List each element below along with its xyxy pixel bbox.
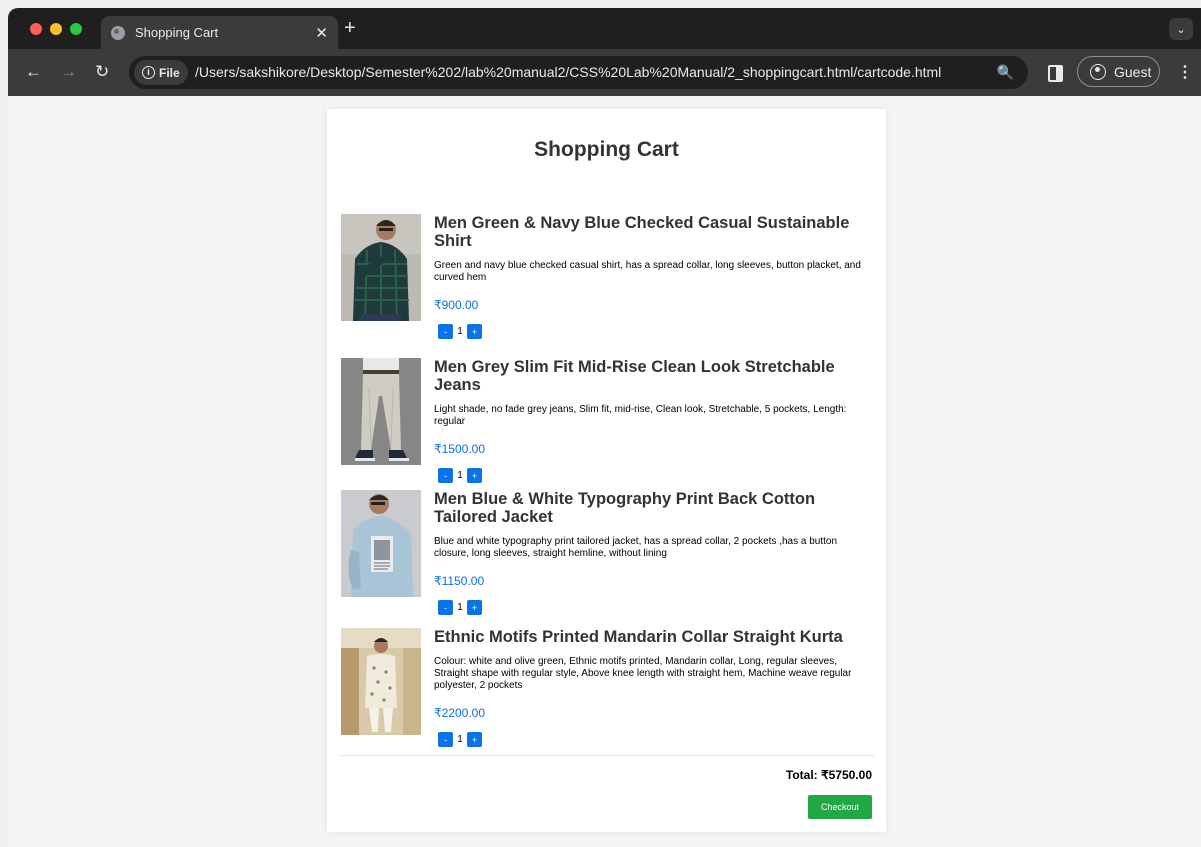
quantity-stepper: - 1 + bbox=[438, 732, 874, 747]
back-button[interactable]: ← bbox=[25, 62, 42, 82]
browser-menu-icon[interactable]: ⋮ bbox=[1177, 62, 1193, 82]
close-window-button[interactable] bbox=[30, 23, 42, 35]
zoom-icon[interactable]: 🔍 bbox=[997, 64, 1014, 81]
tab-title: Shopping Cart bbox=[135, 25, 219, 40]
globe-icon bbox=[111, 25, 125, 40]
guest-avatar-icon bbox=[1090, 63, 1106, 80]
increase-quantity-button[interactable]: + bbox=[467, 732, 482, 747]
increase-quantity-button[interactable]: + bbox=[467, 324, 482, 339]
product-price: ₹1500.00 bbox=[434, 442, 486, 456]
increase-quantity-button[interactable]: + bbox=[467, 600, 482, 615]
product-image-kurta bbox=[341, 628, 421, 735]
checkout-button[interactable]: Checkout bbox=[808, 795, 872, 819]
item-info: Ethnic Motifs Printed Mandarin Collar St… bbox=[434, 628, 874, 747]
cart-container: Shopping Cart Men Green & Navy Blue Chec… bbox=[327, 109, 886, 832]
product-image-jeans bbox=[341, 358, 421, 465]
tab-shopping-cart[interactable]: Shopping Cart ✕ bbox=[101, 16, 338, 49]
product-name: Men Green & Navy Blue Checked Casual Sus… bbox=[434, 214, 850, 250]
quantity-value: 1 bbox=[457, 470, 463, 481]
reload-button[interactable]: ↻ bbox=[95, 62, 109, 82]
window-controls bbox=[30, 23, 82, 35]
page-title: Shopping Cart bbox=[534, 138, 679, 161]
quantity-stepper: - 1 + bbox=[438, 468, 874, 483]
maximize-window-button[interactable] bbox=[70, 23, 82, 35]
product-price: ₹2200.00 bbox=[434, 706, 486, 720]
side-panel-icon[interactable] bbox=[1048, 65, 1063, 82]
product-image-jacket bbox=[341, 490, 421, 597]
profile-label: Guest bbox=[1114, 63, 1152, 80]
browser-window: Shopping Cart ✕ + ⌄ ← → ↻ i File /Users/… bbox=[8, 8, 1201, 847]
forward-button[interactable]: → bbox=[60, 62, 77, 82]
product-description: Green and navy blue checked casual shirt… bbox=[434, 260, 861, 283]
tab-bar: Shopping Cart ✕ + ⌄ bbox=[8, 8, 1201, 49]
site-info-chip[interactable]: i File bbox=[134, 60, 188, 85]
product-image-shirt bbox=[341, 214, 421, 321]
product-name: Men Blue & White Typography Print Back C… bbox=[434, 490, 816, 526]
increase-quantity-button[interactable]: + bbox=[467, 468, 482, 483]
product-price: ₹1150.00 bbox=[434, 574, 485, 588]
cart-divider bbox=[341, 755, 874, 756]
product-name: Ethnic Motifs Printed Mandarin Collar St… bbox=[434, 628, 843, 646]
decrease-quantity-button[interactable]: - bbox=[438, 324, 453, 339]
product-description: Colour: white and olive green, Ethnic mo… bbox=[434, 656, 852, 691]
site-info-label: File bbox=[159, 65, 180, 80]
product-price: ₹900.00 bbox=[434, 298, 479, 312]
quantity-stepper: - 1 + bbox=[438, 324, 874, 339]
product-description: Blue and white typography print tailored… bbox=[434, 536, 838, 559]
profile-button[interactable]: Guest bbox=[1077, 56, 1160, 87]
decrease-quantity-button[interactable]: - bbox=[438, 732, 453, 747]
quantity-value: 1 bbox=[457, 602, 463, 613]
item-info: Men Grey Slim Fit Mid-Rise Clean Look St… bbox=[434, 358, 874, 483]
decrease-quantity-button[interactable]: - bbox=[438, 468, 453, 483]
product-description: Light shade, no fade grey jeans, Slim fi… bbox=[434, 404, 847, 427]
tab-search-button[interactable]: ⌄ bbox=[1169, 18, 1193, 40]
close-tab-icon[interactable]: ✕ bbox=[315, 24, 328, 42]
decrease-quantity-button[interactable]: - bbox=[438, 600, 453, 615]
quantity-value: 1 bbox=[457, 326, 463, 337]
new-tab-button[interactable]: + bbox=[344, 17, 356, 40]
browser-toolbar: ← → ↻ i File /Users/sakshikore/Desktop/S… bbox=[8, 49, 1201, 96]
address-bar[interactable]: i File /Users/sakshikore/Desktop/Semeste… bbox=[129, 56, 1028, 89]
quantity-value: 1 bbox=[457, 734, 463, 745]
info-icon: i bbox=[142, 66, 155, 79]
item-info: Men Blue & White Typography Print Back C… bbox=[434, 490, 874, 615]
url-text[interactable]: /Users/sakshikore/Desktop/Semester%202/l… bbox=[195, 64, 941, 80]
page-viewport: Shopping Cart Men Green & Navy Blue Chec… bbox=[8, 96, 1201, 847]
minimize-window-button[interactable] bbox=[50, 23, 62, 35]
cart-total: Total: ₹5750.00 bbox=[785, 768, 872, 782]
product-name: Men Grey Slim Fit Mid-Rise Clean Look St… bbox=[434, 358, 835, 394]
quantity-stepper: - 1 + bbox=[438, 600, 874, 615]
item-info: Men Green & Navy Blue Checked Casual Sus… bbox=[434, 214, 874, 339]
